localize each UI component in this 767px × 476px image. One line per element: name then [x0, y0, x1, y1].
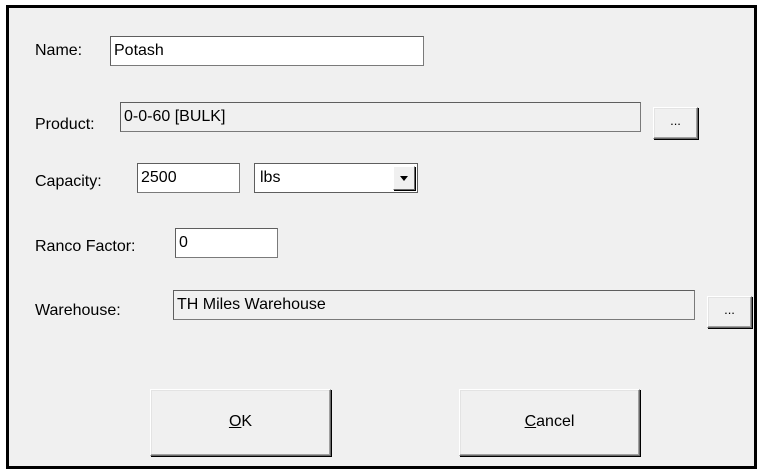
- warehouse-label: Warehouse:: [35, 302, 121, 319]
- warehouse-browse-button[interactable]: ...: [707, 296, 752, 328]
- cancel-label: ancel: [536, 413, 575, 430]
- name-field[interactable]: Potash: [110, 36, 424, 66]
- ranco-factor-label: Ranco Factor:: [35, 238, 136, 255]
- ok-accelerator: O: [228, 413, 242, 430]
- ranco-factor-field[interactable]: 0: [175, 228, 278, 258]
- edit-bin-dialog: Name: Potash Product: 0-0-60 [BULK] ... …: [6, 5, 757, 469]
- capacity-unit-value: lbs: [260, 169, 281, 186]
- warehouse-field[interactable]: TH Miles Warehouse: [173, 290, 695, 320]
- ok-button[interactable]: OK: [150, 389, 331, 456]
- chevron-down-icon: [400, 176, 408, 181]
- dropdown-button[interactable]: [393, 166, 415, 190]
- name-label: Name:: [35, 42, 83, 59]
- product-field[interactable]: 0-0-60 [BULK]: [120, 102, 641, 132]
- cancel-accelerator: C: [524, 413, 537, 430]
- capacity-label: Capacity:: [35, 173, 102, 190]
- ok-label: K: [241, 413, 253, 430]
- capacity-unit-select[interactable]: lbs: [254, 163, 418, 193]
- product-browse-button[interactable]: ...: [653, 107, 698, 139]
- capacity-field[interactable]: 2500: [137, 163, 240, 193]
- cancel-button[interactable]: Cancel: [459, 389, 640, 456]
- product-label: Product:: [35, 116, 95, 133]
